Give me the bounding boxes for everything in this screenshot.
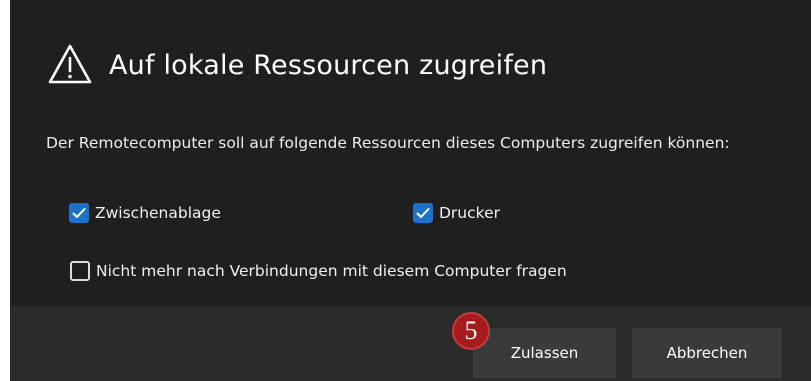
clipboard-checkbox[interactable]: Zwischenablage: [69, 203, 221, 223]
dialog-title: Auf lokale Ressourcen zugreifen: [109, 49, 548, 81]
printer-checkbox[interactable]: Drucker: [413, 203, 500, 223]
allow-button[interactable]: Zulassen: [473, 328, 616, 378]
warning-icon: [47, 42, 93, 88]
access-local-resources-dialog: Auf lokale Ressourcen zugreifen Der Remo…: [10, 0, 811, 381]
dont-ask-again-checkbox-label[interactable]: Nicht mehr nach Verbindungen mit diesem …: [96, 262, 567, 280]
checkbox-unchecked-indicator[interactable]: [70, 261, 90, 281]
checkmark-icon: [72, 208, 86, 218]
cancel-button[interactable]: Abbrechen: [632, 328, 782, 378]
clipboard-checkbox-label[interactable]: Zwischenablage: [95, 204, 221, 222]
dont-ask-again-checkbox[interactable]: Nicht mehr nach Verbindungen mit diesem …: [70, 261, 567, 281]
step-number-badge: 5: [452, 312, 490, 350]
dialog-header: Auf lokale Ressourcen zugreifen: [47, 42, 547, 88]
dialog-description: Der Remotecomputer soll auf folgende Res…: [46, 134, 730, 152]
checkmark-icon: [416, 208, 430, 218]
printer-checkbox-label[interactable]: Drucker: [439, 204, 500, 222]
checkbox-checked-indicator[interactable]: [69, 203, 89, 223]
checkbox-checked-indicator[interactable]: [413, 203, 433, 223]
